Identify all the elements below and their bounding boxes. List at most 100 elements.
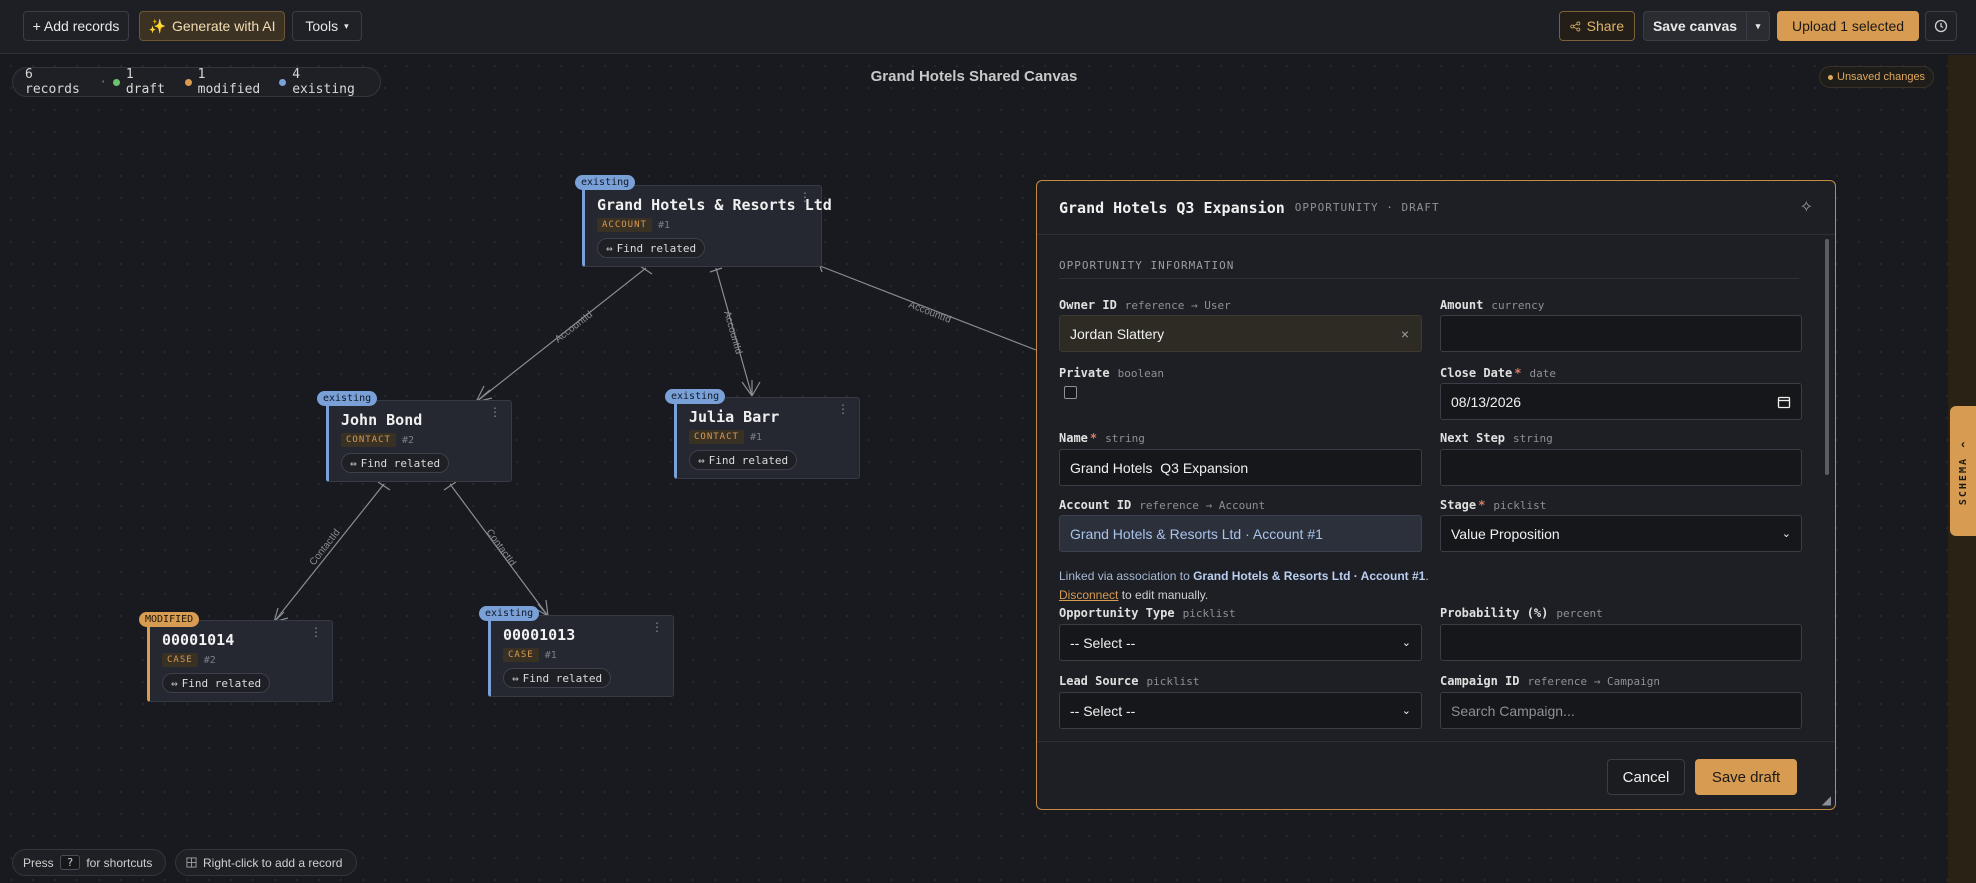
find-related-label: Find related (181, 676, 262, 690)
name-label: Name * string (1059, 431, 1145, 445)
card-type: ACCOUNT #1 (597, 218, 670, 232)
record-number: #2 (203, 654, 216, 666)
calendar-icon[interactable] (1777, 395, 1791, 409)
type-tag: CASE (503, 648, 539, 662)
modal-scrollbar[interactable] (1825, 239, 1829, 475)
modal-header: Grand Hotels Q3 Expansion OPPORTUNITY · … (1037, 181, 1835, 235)
unsaved-label: Unsaved changes (1837, 71, 1926, 83)
modified-badge: MODIFIED (139, 612, 200, 627)
association-prefix: Linked via association to (1059, 569, 1190, 583)
save-canvas-button[interactable]: Save canvas (1643, 11, 1747, 41)
chevron-down-icon: ⌄ (1401, 637, 1411, 649)
record-number: #1 (657, 219, 670, 231)
find-related-label: Find related (522, 671, 603, 685)
field-type: currency (1491, 299, 1545, 312)
amount-label-text: Amount (1440, 298, 1484, 312)
campaign-id-label: Campaign ID reference → Campaign (1440, 674, 1660, 688)
more-menu-icon[interactable]: ⋮ (310, 625, 322, 639)
grid-icon (186, 857, 197, 868)
card-type: CONTACT #2 (341, 433, 414, 447)
shortcuts-hint: Press ? for shortcuts (12, 849, 166, 876)
opportunity-type-select[interactable]: -- Select -- ⌄ (1059, 624, 1422, 661)
find-related-button[interactable]: ⇔ Find related (689, 450, 798, 470)
find-related-button[interactable]: ⇔ Find related (162, 673, 271, 693)
find-related-button[interactable]: ⇔ Find related (597, 238, 706, 258)
next-step-label: Next Step string (1440, 431, 1553, 445)
cancel-button[interactable]: Cancel (1607, 759, 1685, 795)
record-card-account[interactable]: Grand Hotels & Resorts Ltd ⋮ ACCOUNT #1 ⇔… (582, 185, 832, 267)
close-date-input[interactable]: 08/13/2026 (1440, 383, 1802, 420)
account-id-value: Grand Hotels & Resorts Ltd · Account #1 (1070, 525, 1323, 542)
link-icon: ⇔ (512, 671, 519, 685)
upload-selected-button[interactable]: Upload 1 selected (1777, 11, 1919, 41)
cancel-label: Cancel (1622, 768, 1670, 786)
save-canvas-label: Save canvas (1652, 18, 1738, 34)
modal-title: Grand Hotels Q3 Expansion (1059, 198, 1285, 217)
field-type: boolean (1117, 367, 1164, 380)
amount-input[interactable] (1440, 315, 1802, 352)
clear-icon[interactable]: × (1401, 326, 1409, 342)
add-records-label: + Add records (32, 18, 120, 34)
card-title: 00001013 (503, 626, 576, 644)
modal-footer: Cancel Save draft ◢ (1037, 741, 1835, 811)
opportunity-type-label: Opportunity Type picklist (1059, 606, 1236, 620)
type-tag: CONTACT (341, 433, 396, 447)
sparkle-icon[interactable]: ✧ (1800, 197, 1813, 217)
disconnect-link[interactable]: Disconnect (1059, 588, 1118, 602)
generate-ai-label: Generate with AI (171, 18, 276, 34)
account-id-label: Account ID reference → Account (1059, 498, 1265, 512)
modal-subtitle: OPPORTUNITY · DRAFT (1294, 201, 1440, 214)
type-tag: CONTACT (689, 430, 744, 444)
press-text: Press (23, 855, 54, 870)
private-checkbox[interactable] (1064, 386, 1077, 399)
lead-source-select[interactable]: -- Select -- ⌄ (1059, 692, 1422, 729)
field-type: string (1513, 432, 1553, 445)
field-type: picklist (1182, 607, 1236, 620)
chevron-down-icon: ⌄ (1781, 528, 1791, 540)
link-icon: ⇔ (171, 676, 178, 690)
tools-menu-button[interactable]: Tools ▾ (292, 11, 362, 41)
field-type: picklist (1146, 675, 1200, 688)
owner-id-label: Owner ID reference → User (1059, 298, 1231, 312)
field-type: string (1105, 432, 1145, 445)
campaign-placeholder: Search Campaign... (1451, 702, 1575, 719)
add-records-button[interactable]: + Add records (23, 11, 129, 41)
more-menu-icon[interactable]: ⋮ (799, 190, 811, 204)
resize-handle-icon[interactable]: ◢ (1822, 793, 1831, 807)
record-card-john-bond[interactable]: John Bond ⋮ CONTACT #2 ⇔ Find related (326, 400, 512, 482)
record-card-case-00001013[interactable]: 00001013 ⋮ CASE #1 ⇔ Find related (488, 615, 674, 697)
section-heading: OPPORTUNITY INFORMATION (1059, 259, 1799, 279)
sparkle-icon: ✨ (148, 17, 166, 34)
stage-select[interactable]: Value Proposition ⌄ (1440, 515, 1802, 552)
existing-badge: existing (665, 389, 726, 404)
more-menu-icon[interactable]: ⋮ (651, 620, 663, 634)
owner-id-field[interactable]: Jordan Slattery × (1059, 315, 1422, 352)
type-tag: ACCOUNT (597, 218, 652, 232)
find-related-button[interactable]: ⇔ Find related (341, 453, 450, 473)
close-date-label: Close Date * date (1440, 366, 1556, 380)
generate-ai-button[interactable]: ✨ Generate with AI (139, 11, 285, 41)
required-marker: * (1478, 498, 1486, 512)
amount-label: Amount currency (1440, 298, 1544, 312)
more-menu-icon[interactable]: ⋮ (489, 405, 501, 419)
more-menu-icon[interactable]: ⋮ (837, 402, 849, 416)
find-related-button[interactable]: ⇔ Find related (503, 668, 612, 688)
schema-panel-toggle[interactable]: ‹ SCHEMA (1950, 406, 1976, 536)
name-input[interactable]: Grand Hotels Q3 Expansion (1059, 449, 1422, 486)
link-icon: ⇔ (350, 456, 357, 470)
record-card-julia-barr[interactable]: Julia Barr ⋮ CONTACT #1 ⇔ Find related (674, 397, 860, 479)
existing-badge: existing (479, 606, 540, 621)
card-type: CASE #1 (503, 648, 557, 662)
link-icon: ⇔ (698, 453, 705, 467)
existing-badge: existing (317, 391, 378, 406)
campaign-search-input[interactable]: Search Campaign... (1440, 692, 1802, 729)
save-draft-button[interactable]: Save draft (1695, 759, 1797, 795)
record-card-case-00001014[interactable]: 00001014 ⋮ CASE #2 ⇔ Find related (147, 620, 333, 702)
history-button[interactable] (1925, 11, 1957, 41)
next-step-input[interactable] (1440, 449, 1802, 486)
save-options-dropdown[interactable]: ▾ (1746, 11, 1770, 41)
share-button[interactable]: Share (1559, 11, 1635, 41)
probability-input[interactable] (1440, 624, 1802, 661)
field-type: percent (1556, 607, 1603, 620)
find-related-label: Find related (360, 456, 441, 470)
